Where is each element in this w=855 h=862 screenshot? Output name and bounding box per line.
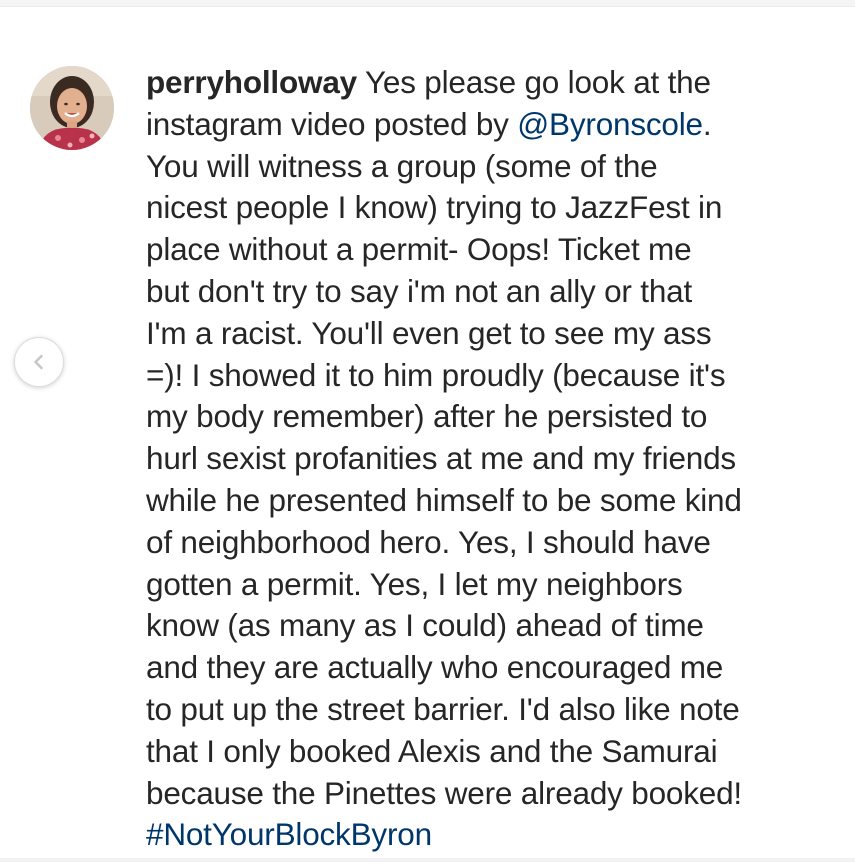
comment-line: of neighborhood hero. Yes, I should have bbox=[146, 523, 711, 560]
comment-line: I'm a racist. You'll even get to see my … bbox=[146, 314, 712, 351]
comment-text: instagram video posted by bbox=[146, 105, 518, 142]
comment-line: and they are actually who encouraged me bbox=[146, 649, 724, 686]
comment-line: hurl sexist profanities at me and my fri… bbox=[146, 440, 736, 477]
chevron-left-icon bbox=[34, 354, 43, 370]
comment-line: instagram video posted by @Byronscole. bbox=[146, 104, 846, 146]
comment-line: because the Pinettes were already booked… bbox=[146, 774, 742, 811]
comment-text: . bbox=[702, 105, 712, 142]
comment-line: but don't try to say i'm not an ally or … bbox=[146, 272, 693, 309]
profile-photo-icon bbox=[30, 66, 114, 150]
hashtag-link[interactable]: #NotYourBlockByron bbox=[146, 816, 432, 852]
username-link[interactable]: perryholloway bbox=[146, 64, 357, 100]
comment-line: gotten a permit. Yes, I let my neighbors bbox=[146, 565, 683, 602]
comment-line: You will witness a group (some of the bbox=[146, 147, 658, 184]
comment-line: that I only booked Alexis and the Samura… bbox=[146, 732, 718, 769]
comment-line: to put up the street barrier. I'd also l… bbox=[146, 690, 740, 727]
comment-screenshot: perryholloway Yes please go look at the … bbox=[0, 0, 855, 862]
comment-text: Yes please go look at the bbox=[364, 64, 711, 100]
comment-body: perryholloway Yes please go look at the … bbox=[146, 62, 846, 856]
comment-line: nicest people I know) trying to JazzFest… bbox=[146, 189, 723, 226]
comment-line: =)! I showed it to him proudly (because … bbox=[146, 356, 726, 393]
comment-line: my body remember) after he persisted to bbox=[146, 398, 708, 435]
mention-link[interactable]: @Byronscole bbox=[517, 106, 703, 142]
previous-button[interactable] bbox=[14, 337, 64, 387]
comment-line: perryholloway Yes please go look at the bbox=[146, 62, 846, 104]
comment-line: know (as many as I could) ahead of time bbox=[146, 607, 704, 644]
comment-line: while he presented himself to be some ki… bbox=[146, 481, 742, 518]
comment-line: #NotYourBlockByron bbox=[146, 814, 846, 856]
top-divider bbox=[0, 0, 855, 7]
bottom-divider bbox=[0, 858, 855, 862]
comment-line: place without a permit- Oops! Ticket me bbox=[146, 231, 692, 268]
avatar[interactable] bbox=[30, 66, 114, 150]
